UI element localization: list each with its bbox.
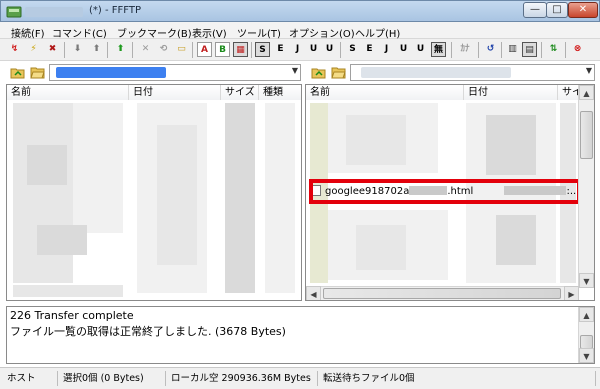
parent-folder-icon[interactable] [10,65,25,79]
toolbar-separator [340,42,341,58]
auto-mode-icon[interactable]: ▦ [233,42,248,57]
toolbar-separator [501,42,502,58]
maximize-button[interactable]: □ [546,2,568,18]
column-header-date[interactable]: 日付 [129,85,221,100]
stop-icon[interactable]: ⊗ [570,42,585,57]
local-utf8-icon[interactable]: U [413,42,428,57]
log-vertical-scrollbar[interactable]: ▲ ▼ [578,307,594,363]
scroll-thumb[interactable] [580,111,593,159]
euc-icon[interactable]: E [273,42,288,57]
mirror-upload-icon[interactable]: ⬆ [113,42,128,57]
close-button[interactable]: ✕ [568,2,598,18]
toolbar-separator [478,42,479,58]
detail-view-icon[interactable]: ▤ [522,42,537,57]
toolbar-separator [192,42,193,58]
quick-connect-icon[interactable]: ⚡ [26,42,41,57]
no-convert-icon[interactable]: 無 [431,42,446,57]
kana-convert-icon[interactable]: ｶﾅ [456,42,474,57]
status-queue: 転送待ちファイル0個 [320,371,596,386]
column-header-size[interactable]: サイズ [221,85,259,100]
new-folder-icon[interactable]: ▭ [174,42,189,57]
status-local-free: ローカル空 290936.36M Bytes [168,371,318,386]
delete-icon[interactable]: ✕ [138,42,153,57]
toolbar-separator [64,42,65,58]
menu-tools[interactable]: ツール(T) [237,25,281,40]
scroll-up-icon[interactable]: ▲ [579,85,594,100]
scroll-up-icon[interactable]: ▲ [579,307,594,322]
remote-parent-folder-icon[interactable] [311,65,326,79]
remote-vertical-scrollbar[interactable]: ▲ ▼ [578,85,594,288]
title-host-redacted [25,7,83,17]
local-utf8n-icon[interactable]: U [396,42,411,57]
local-path-redacted [56,67,166,78]
remote-file-list[interactable]: 名前 日付 サイ googlee918702a .html :... ▲ ▼ ◀ … [305,84,595,301]
window-title: (*) - FFFTP [89,5,141,16]
scroll-thumb[interactable] [580,335,593,349]
status-selected: 選択0個 (0 Bytes) [60,371,166,386]
toolbar-separator [541,42,542,58]
scroll-left-icon[interactable]: ◀ [306,286,321,300]
column-header-name[interactable]: 名前 [7,85,129,100]
log-line: ファイル一覧の取得は正常終了しました. (3678 Bytes) [10,325,286,338]
scroll-right-icon[interactable]: ▶ [564,286,579,300]
menu-view[interactable]: 表示(V) [192,25,227,40]
open-folder-icon[interactable] [30,65,45,79]
column-header-name[interactable]: 名前 [306,85,464,100]
status-host: ホスト [4,371,58,386]
column-header-date[interactable]: 日付 [464,85,558,100]
ascii-mode-icon[interactable]: A [197,42,212,57]
toolbar-separator [565,42,566,58]
status-bar: ホスト 選択0個 (0 Bytes) ローカル空 290936.36M Byte… [0,367,600,389]
toolbar-separator [107,42,108,58]
local-jis-icon[interactable]: J [379,42,394,57]
local-file-list[interactable]: 名前 日付 サイズ 種類 [6,84,302,301]
chevron-down-icon[interactable]: ▼ [586,66,592,75]
minimize-button[interactable]: — [523,2,547,18]
remote-path-redacted [361,67,511,78]
sync-folder-icon[interactable]: ⇅ [546,42,561,57]
menu-bookmark[interactable]: ブックマーク(B) [117,25,192,40]
local-path-dropdown[interactable]: ▼ [49,64,301,81]
column-header-type[interactable]: 種類 [259,85,301,100]
connect-icon[interactable]: ↯ [7,42,22,57]
menu-connect[interactable]: 接続(F) [11,25,45,40]
highlight-box [309,179,581,204]
toolbar-separator [451,42,452,58]
scroll-thumb[interactable] [323,288,561,299]
sjis-icon[interactable]: S [255,42,270,57]
toolbar-separator [251,42,252,58]
scroll-down-icon[interactable]: ▼ [579,273,594,288]
ffftp-app-icon [6,6,22,18]
remote-open-folder-icon[interactable] [331,65,346,79]
rename-icon[interactable]: ⟲ [156,42,171,57]
log-line: 226 Transfer complete [10,309,134,322]
remote-horizontal-scrollbar[interactable]: ◀ ▶ [306,286,579,300]
menu-bar: 接続(F) コマンド(C) ブックマーク(B) 表示(V) ツール(T) オプシ… [0,22,600,40]
utf8-icon[interactable]: U [322,42,337,57]
log-panel[interactable]: 226 Transfer complete ファイル一覧の取得は正常終了しました… [6,306,595,364]
download-icon[interactable]: ⬇ [70,42,85,57]
local-euc-icon[interactable]: E [362,42,377,57]
menu-command[interactable]: コマンド(C) [52,25,107,40]
disconnect-icon[interactable]: ✖ [45,42,60,57]
menu-help[interactable]: ヘルプ(H) [355,25,400,40]
menu-options[interactable]: オプション(O) [289,25,355,40]
toolbar-separator [132,42,133,58]
jis-icon[interactable]: J [290,42,305,57]
scroll-down-icon[interactable]: ▼ [579,348,594,363]
utf8n-icon[interactable]: U [306,42,321,57]
binary-mode-icon[interactable]: B [215,42,230,57]
local-sjis-icon[interactable]: S [345,42,360,57]
upload-icon[interactable]: ⬆ [89,42,104,57]
refresh-icon[interactable]: ↺ [483,42,498,57]
remote-path-dropdown[interactable]: ▼ [350,64,595,81]
toolbar: ↯ ⚡ ✖ ⬇ ⬆ ⬆ ✕ ⟲ ▭ A B ▦ S E J U U S E J … [0,39,600,61]
list-view-icon[interactable]: ▥ [505,42,520,57]
title-bar: (*) - FFFTP — □ ✕ [0,0,600,22]
chevron-down-icon[interactable]: ▼ [292,66,298,75]
